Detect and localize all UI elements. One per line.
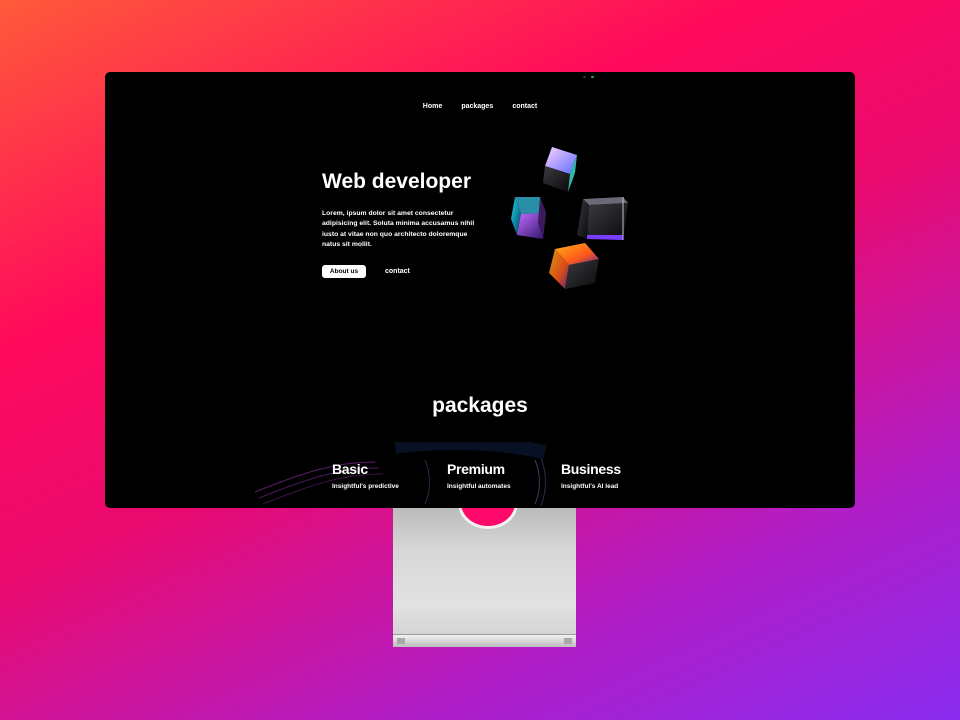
- package-name: Basic: [332, 461, 368, 477]
- nav-packages-link[interactable]: packages: [461, 103, 493, 110]
- stand-foot: [393, 634, 576, 647]
- monitor-screen: Home packages contact Web developer Lore…: [105, 72, 855, 508]
- package-description: Insightful's AI lead: [561, 483, 619, 490]
- 3d-cubes-illustration-icon: [511, 147, 628, 289]
- package-card-business[interactable]: Business Insightful's AI lead: [561, 461, 621, 490]
- package-name: Premium: [447, 461, 505, 477]
- packages-section-title: packages: [432, 394, 528, 417]
- about-us-button[interactable]: About us: [322, 265, 366, 278]
- hero-title: Web developer: [322, 170, 471, 193]
- nav-home-link[interactable]: Home: [423, 103, 442, 110]
- hero-contact-link[interactable]: contact: [385, 266, 410, 278]
- package-description: Insightful automates: [447, 483, 511, 490]
- nav-contact-link[interactable]: contact: [512, 103, 537, 110]
- package-card-premium[interactable]: Premium Insightful automates: [447, 461, 511, 490]
- package-card-basic[interactable]: Basic Insightful's predictive: [332, 461, 399, 490]
- camera-indicator-icon: [583, 76, 597, 78]
- top-nav: Home packages contact: [105, 93, 855, 112]
- hero-description: Lorem, ipsum dolor sit amet consectetur …: [322, 210, 475, 248]
- package-description: Insightful's predictive: [332, 483, 399, 490]
- monitor-stand: [393, 477, 576, 647]
- package-name: Business: [561, 461, 621, 477]
